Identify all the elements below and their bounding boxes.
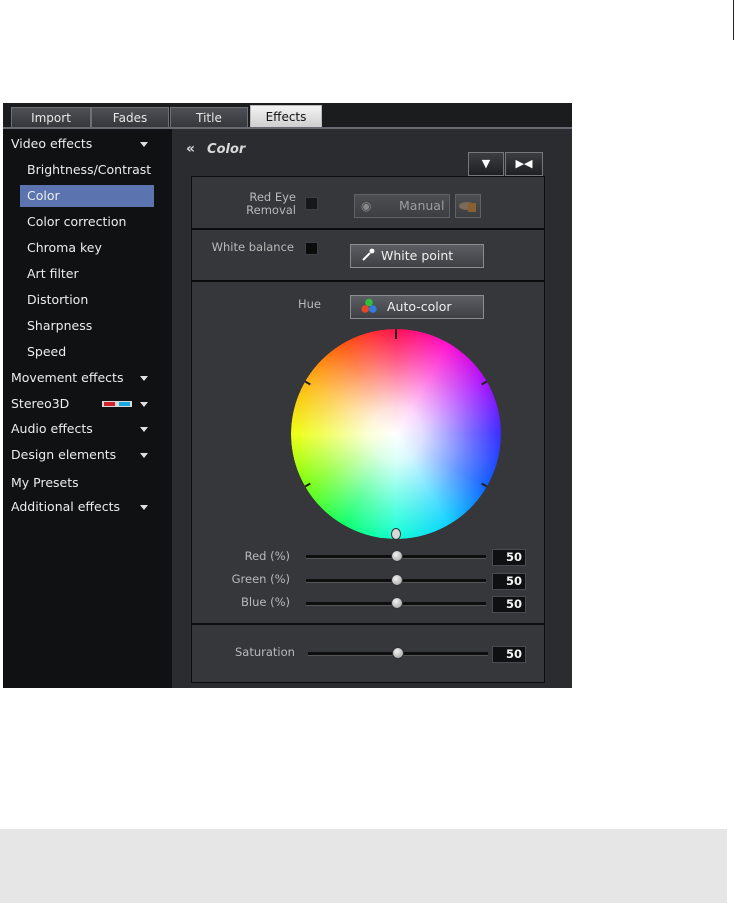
manual-button-label: Manual: [399, 198, 445, 213]
saturation-value-field[interactable]: 50: [492, 646, 526, 663]
sidebar-item-brightness-contrast[interactable]: Brightness/Contrast: [3, 159, 172, 181]
hue-wheel-center-fade: [291, 329, 501, 539]
tab-bar: Import Fades Title Effects: [3, 103, 572, 129]
tab-import[interactable]: Import: [11, 107, 91, 127]
chevron-down-icon: [140, 142, 148, 147]
white-point-button[interactable]: White point: [350, 244, 484, 268]
chevron-down-icon: [140, 505, 148, 510]
double-chevron-left-icon[interactable]: «: [186, 141, 195, 157]
tab-effects[interactable]: Effects: [250, 105, 322, 127]
red-eye-label: Red Eye Removal: [246, 191, 296, 217]
hue-label: Hue: [298, 297, 322, 311]
sidebar-item-speed[interactable]: Speed: [3, 341, 172, 363]
auto-color-button-label: Auto-color: [387, 299, 452, 314]
sidebar-item-stereo3d[interactable]: Stereo3D: [3, 393, 172, 415]
3d-glasses-icon: [102, 401, 132, 407]
sidebar-item-art-filter[interactable]: Art filter: [3, 263, 172, 285]
saturation-label: Saturation: [235, 645, 295, 659]
white-balance-label: White balance: [211, 240, 294, 254]
sidebar-item-chroma-key[interactable]: Chroma key: [3, 237, 172, 259]
chevron-down-icon: [140, 402, 148, 407]
panel-title: Color: [207, 142, 246, 157]
sidebar-item-color[interactable]: Color: [20, 185, 154, 207]
triangle-down-icon: ▼: [481, 157, 491, 170]
red-eye-checkbox[interactable]: [305, 197, 318, 210]
collapse-horizontal-button[interactable]: ▶◀: [505, 152, 543, 176]
sidebar-item-audio-effects[interactable]: Audio effects: [3, 418, 172, 440]
sidebar-item-additional-effects[interactable]: Additional effects: [3, 496, 172, 518]
green-slider-label: Green (%): [231, 572, 290, 586]
white-balance-checkbox[interactable]: [305, 242, 318, 255]
panel-header: « Color: [186, 141, 245, 157]
page-edge-line: [733, 0, 734, 40]
sidebar-item-label: Stereo3D: [11, 396, 70, 411]
manual-button[interactable]: ◉ Manual: [354, 194, 450, 218]
red-eye-label-line2: Removal: [246, 203, 296, 217]
collapse-down-button[interactable]: ▼: [468, 152, 504, 176]
tab-fades[interactable]: Fades: [91, 107, 169, 127]
eyedropper-icon: [362, 248, 375, 261]
eye-icon: ◉: [361, 199, 372, 213]
rgb-circles-icon: [361, 298, 377, 313]
white-point-button-label: White point: [381, 248, 454, 263]
wheel-tick-top: [395, 329, 397, 339]
sidebar-item-label: Movement effects: [11, 370, 124, 385]
white-balance-section: White balance White point: [191, 229, 545, 281]
chevron-down-icon: [140, 453, 148, 458]
sidebar-item-label: Design elements: [11, 447, 117, 462]
sidebar-item-my-presets[interactable]: My Presets: [3, 472, 172, 494]
green-slider-knob[interactable]: [391, 574, 403, 586]
color-effect-panel: « Color ▼ ▶◀ Red Eye Removal ◉ Manual Whi…: [172, 129, 572, 688]
sidebar-item-movement-effects[interactable]: Movement effects: [3, 367, 172, 389]
red-slider-knob[interactable]: [391, 550, 403, 562]
eye-brush-icon: [459, 202, 476, 212]
chevron-down-icon: [140, 376, 148, 381]
sidebar-item-distortion[interactable]: Distortion: [3, 289, 172, 311]
blue-value-field[interactable]: 50: [492, 596, 526, 613]
sidebar-item-design-elements[interactable]: Design elements: [3, 444, 172, 466]
footer-gray-box: [0, 829, 727, 903]
sidebar-item-label: Audio effects: [11, 421, 93, 436]
triangles-inward-icon: ▶◀: [515, 157, 533, 170]
blue-slider-knob[interactable]: [391, 597, 403, 609]
sidebar-item-color-correction[interactable]: Color correction: [3, 211, 172, 233]
auto-color-button[interactable]: Auto-color: [350, 295, 484, 319]
red-value-field[interactable]: 50: [492, 549, 526, 566]
effects-window: Import Fades Title Effects Video effects…: [3, 103, 572, 688]
hue-wheel-handle[interactable]: [391, 528, 401, 540]
red-slider-label: Red (%): [244, 549, 290, 563]
effects-sidebar: Video effects Brightness/Contrast Color …: [3, 129, 172, 688]
sidebar-item-sharpness[interactable]: Sharpness: [3, 315, 172, 337]
green-value-field[interactable]: 50: [492, 573, 526, 590]
saturation-section: Saturation 50: [191, 624, 545, 683]
saturation-slider-knob[interactable]: [392, 647, 404, 659]
chevron-down-icon: [140, 427, 148, 432]
hue-color-wheel[interactable]: [291, 329, 501, 539]
sidebar-item-label: Additional effects: [11, 499, 121, 514]
tab-title[interactable]: Title: [170, 107, 248, 127]
red-eye-tool-button[interactable]: [455, 194, 481, 218]
sidebar-item-label: Video effects: [11, 136, 93, 151]
red-eye-section: Red Eye Removal ◉ Manual: [191, 176, 545, 229]
blue-slider-label: Blue (%): [240, 595, 290, 609]
sidebar-item-video-effects[interactable]: Video effects: [3, 133, 172, 155]
